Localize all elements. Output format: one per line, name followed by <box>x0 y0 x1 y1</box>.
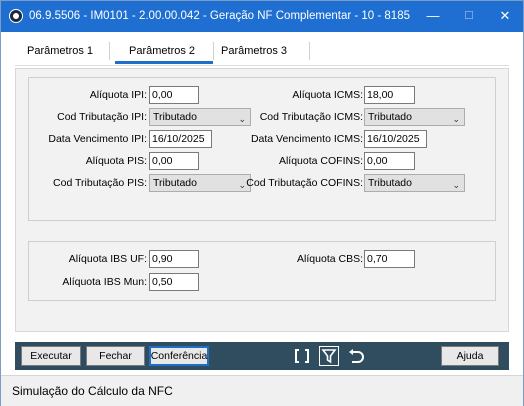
cod-tributacao-cofins-label: Cod Tributação COFINS: <box>246 177 363 189</box>
tab-separator <box>309 42 310 60</box>
status-text: Simulação do Cálculo da NFC <box>12 384 173 398</box>
tab-baseline <box>15 65 509 66</box>
tab-strip: Parâmetros 1 Parâmetros 2 Parâmetros 3 <box>15 40 509 64</box>
aliquota-pis-input[interactable]: 0,00 <box>149 152 199 170</box>
select-value: Tributado <box>368 177 412 189</box>
aliquota-ipi-label: Alíquota IPI: <box>89 89 147 101</box>
aliquota-icms-label: Alíquota ICMS: <box>292 89 363 101</box>
aliquota-cofins-label: Alíquota COFINS: <box>278 155 363 167</box>
aliquota-ibs-mun-label: Alíquota IBS Mun: <box>62 276 147 288</box>
minimize-button[interactable]: — <box>415 1 451 32</box>
brackets-icon[interactable] <box>291 346 313 366</box>
ajuda-button[interactable]: Ajuda <box>441 346 499 366</box>
cod-tributacao-icms-label: Cod Tributação ICMS: <box>259 111 363 123</box>
maximize-button[interactable]: ☐ <box>451 1 487 32</box>
cod-tributacao-pis-label: Cod Tributação PIS: <box>53 177 147 189</box>
client-area: Parâmetros 1 Parâmetros 2 Parâmetros 3 A… <box>1 32 523 375</box>
cod-tributacao-pis-select[interactable]: Tributado ⌄ <box>149 174 251 192</box>
conferencia-button[interactable]: Conferência <box>149 346 209 366</box>
select-value: Tributado <box>368 111 412 123</box>
main-window: 06.9.5506 - IM0101 - 2.00.00.042 - Geraç… <box>0 0 524 406</box>
executar-button[interactable]: Executar <box>21 346 81 366</box>
title-bar[interactable]: 06.9.5506 - IM0101 - 2.00.00.042 - Geraç… <box>1 1 523 32</box>
aliquota-ibs-uf-input[interactable]: 0,90 <box>149 250 199 268</box>
fechar-button[interactable]: Fechar <box>86 346 145 366</box>
tax-group: Alíquota IPI: 0,00 Cod Tributação IPI: T… <box>28 77 496 221</box>
tab-parametros-2[interactable]: Parâmetros 2 <box>119 40 205 62</box>
aliquota-cbs-label: Alíquota CBS: <box>297 253 363 265</box>
data-vencimento-icms-label: Data Vencimento ICMS: <box>250 133 363 145</box>
aliquota-ipi-input[interactable]: 0,00 <box>149 86 199 104</box>
close-button[interactable]: ✕ <box>487 1 523 32</box>
undo-icon[interactable] <box>345 346 367 366</box>
ibs-cbs-group: Alíquota IBS UF: 0,90 Alíquota IBS Mun: … <box>28 241 496 301</box>
window-title: 06.9.5506 - IM0101 - 2.00.00.042 - Geraç… <box>29 10 410 22</box>
aliquota-icms-input[interactable]: 18,00 <box>364 86 415 104</box>
data-vencimento-icms-input[interactable]: 16/10/2025 <box>364 130 427 148</box>
select-value: Tributado <box>153 111 197 123</box>
aliquota-ibs-mun-input[interactable]: 0,50 <box>149 273 199 291</box>
action-toolbar: Executar Fechar Conferência Ajuda <box>15 342 509 370</box>
aliquota-pis-label: Alíquota PIS: <box>85 155 147 167</box>
data-vencimento-ipi-input[interactable]: 16/10/2025 <box>149 130 212 148</box>
chevron-down-icon: ⌄ <box>452 180 460 190</box>
data-vencimento-ipi-label: Data Vencimento IPI: <box>48 133 147 145</box>
aliquota-ibs-uf-label: Alíquota IBS UF: <box>68 253 147 265</box>
active-tab-indicator <box>115 61 213 64</box>
cod-tributacao-ipi-select[interactable]: Tributado ⌄ <box>149 108 251 126</box>
status-bar: Simulação do Cálculo da NFC <box>1 375 523 406</box>
cod-tributacao-cofins-select[interactable]: Tributado ⌄ <box>364 174 465 192</box>
cod-tributacao-icms-select[interactable]: Tributado ⌄ <box>364 108 465 126</box>
tab-panel: Alíquota IPI: 0,00 Cod Tributação IPI: T… <box>15 68 509 332</box>
tab-separator <box>109 42 110 60</box>
aliquota-cbs-input[interactable]: 0,70 <box>364 250 415 268</box>
tab-parametros-1[interactable]: Parâmetros 1 <box>17 40 103 62</box>
select-value: Tributado <box>153 177 197 189</box>
filter-icon[interactable] <box>319 346 339 366</box>
app-icon <box>9 9 23 23</box>
chevron-down-icon: ⌄ <box>452 114 460 124</box>
aliquota-cofins-input[interactable]: 0,00 <box>364 152 415 170</box>
tab-parametros-3[interactable]: Parâmetros 3 <box>211 40 297 62</box>
cod-tributacao-ipi-label: Cod Tributação IPI: <box>57 111 147 123</box>
